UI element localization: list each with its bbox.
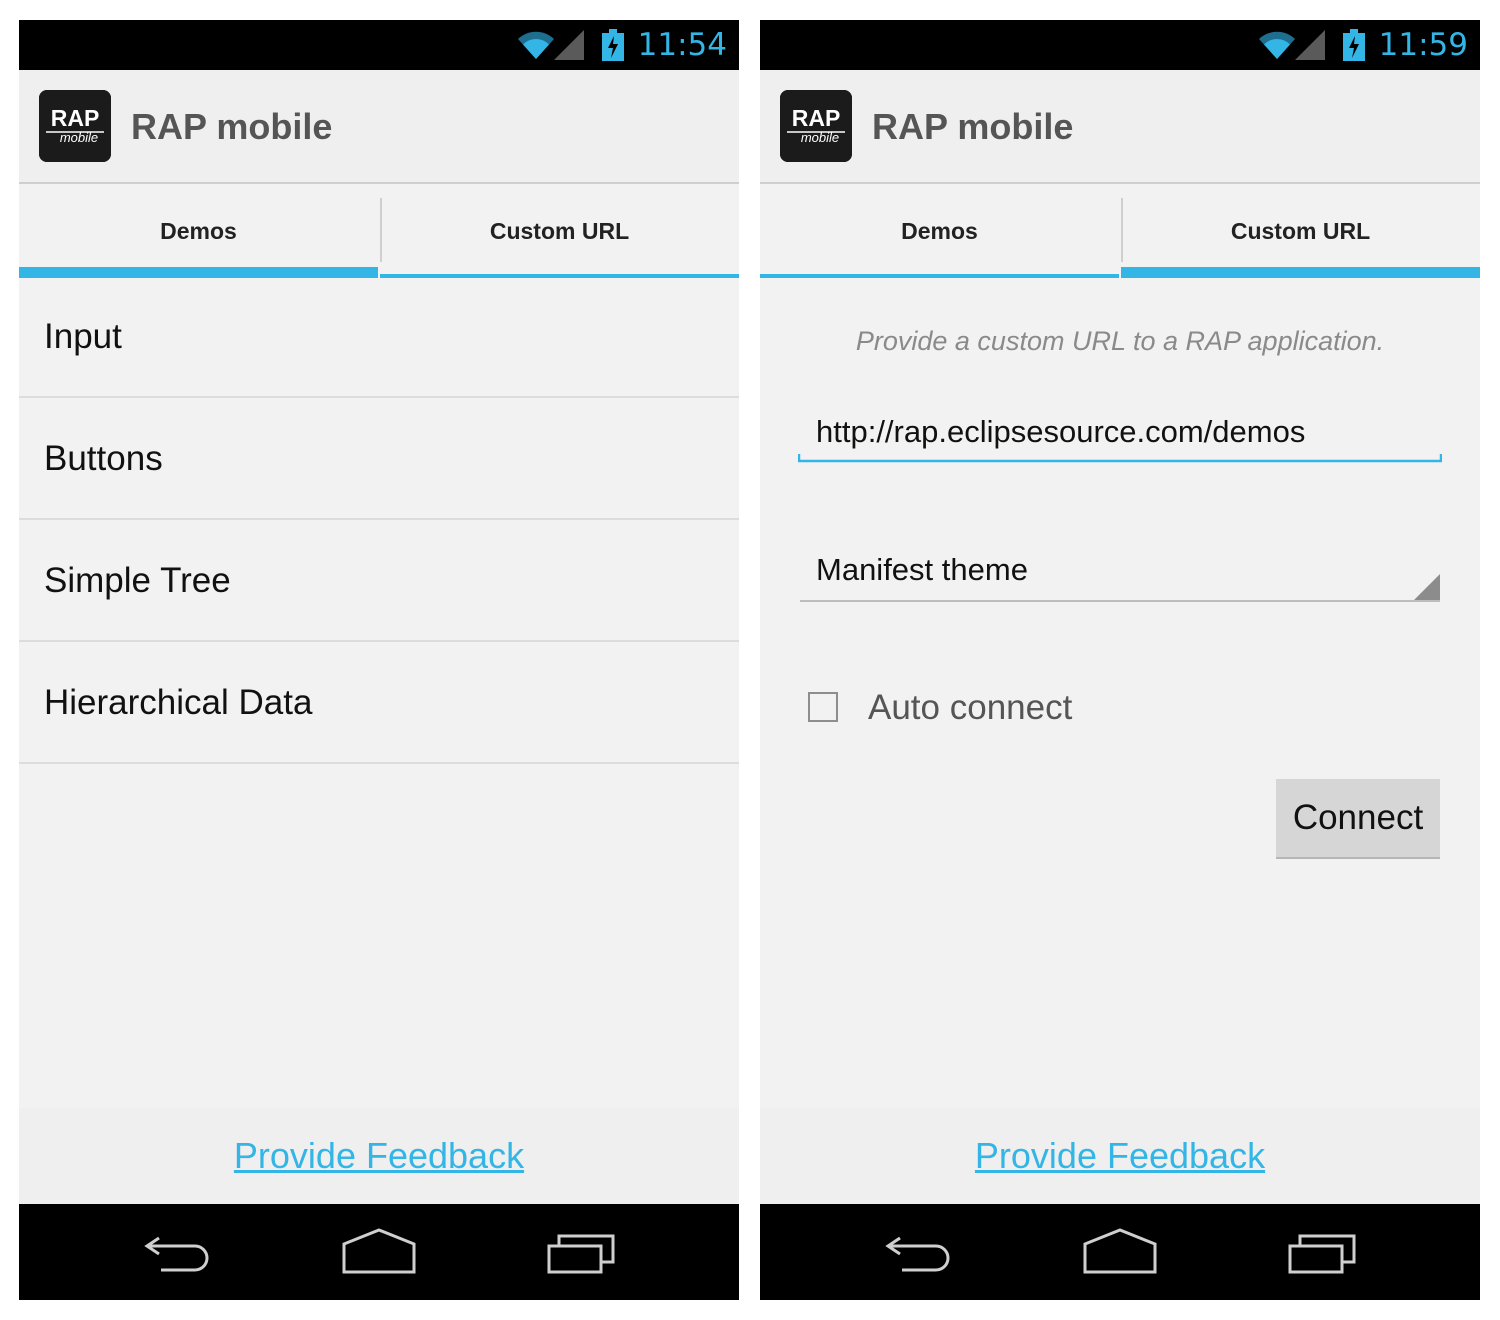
auto-connect-checkbox[interactable] bbox=[808, 692, 838, 722]
battery-charging-icon bbox=[1342, 29, 1365, 61]
svg-text:RAP: RAP bbox=[51, 105, 100, 131]
tab-bar: Demos Custom URL bbox=[19, 184, 739, 278]
app-title: RAP mobile bbox=[131, 106, 333, 147]
battery-charging-icon bbox=[601, 29, 624, 61]
app-title: RAP mobile bbox=[872, 106, 1074, 147]
status-clock: 11:54 bbox=[637, 27, 727, 63]
status-clock: 11:59 bbox=[1378, 27, 1468, 63]
provide-feedback-link[interactable]: Provide Feedback bbox=[234, 1135, 524, 1177]
rap-mobile-logo-icon[interactable]: RAP mobile bbox=[39, 90, 111, 162]
theme-dropdown[interactable]: Manifest theme bbox=[800, 540, 1440, 602]
feedback-bar: Provide Feedback bbox=[760, 1108, 1480, 1204]
recent-apps-icon[interactable] bbox=[1286, 1228, 1358, 1276]
connect-button[interactable]: Connect bbox=[1276, 779, 1440, 859]
list-item-buttons[interactable]: Buttons bbox=[19, 400, 739, 520]
nav-bar bbox=[19, 1204, 739, 1300]
tab-indicator-active bbox=[19, 267, 378, 278]
signal-icon bbox=[553, 30, 584, 60]
svg-text:mobile: mobile bbox=[60, 130, 98, 145]
tab-demos[interactable]: Demos bbox=[760, 184, 1119, 278]
provide-feedback-link[interactable]: Provide Feedback bbox=[975, 1135, 1265, 1177]
url-input[interactable]: http://rap.eclipsesource.com/demos bbox=[798, 400, 1442, 464]
status-bar: 11:54 bbox=[19, 20, 739, 70]
list-item-input[interactable]: Input bbox=[19, 278, 739, 398]
dropdown-triangle-icon bbox=[1414, 574, 1440, 600]
tab-custom-url[interactable]: Custom URL bbox=[380, 184, 739, 278]
back-icon[interactable] bbox=[143, 1228, 215, 1276]
phone-screen-demos: 11:54 RAP mobile RAP mobile Demos Custom… bbox=[19, 20, 739, 1300]
action-bar: RAP mobile RAP mobile bbox=[760, 70, 1480, 184]
phone-screen-custom-url: 11:59 RAP mobile RAP mobile Demos Custom… bbox=[760, 20, 1480, 1300]
list-item-hierarchical-data[interactable]: Hierarchical Data bbox=[19, 644, 739, 764]
action-bar: RAP mobile RAP mobile bbox=[19, 70, 739, 184]
back-icon[interactable] bbox=[884, 1228, 956, 1276]
status-bar: 11:59 bbox=[760, 20, 1480, 70]
wifi-icon bbox=[1258, 31, 1295, 59]
auto-connect-label[interactable]: Auto connect bbox=[868, 688, 1072, 728]
tab-indicator bbox=[760, 274, 1119, 278]
wifi-icon bbox=[517, 31, 554, 59]
tab-custom-url[interactable]: Custom URL bbox=[1121, 184, 1480, 278]
url-input-underline bbox=[798, 454, 1442, 463]
rap-mobile-logo-icon[interactable]: RAP mobile bbox=[780, 90, 852, 162]
feedback-bar: Provide Feedback bbox=[19, 1108, 739, 1204]
home-icon[interactable] bbox=[1082, 1228, 1158, 1276]
custom-url-hint: Provide a custom URL to a RAP applicatio… bbox=[855, 326, 1385, 356]
recent-apps-icon[interactable] bbox=[545, 1228, 617, 1276]
theme-dropdown-value: Manifest theme bbox=[816, 552, 1028, 587]
tab-bar: Demos Custom URL bbox=[760, 184, 1480, 278]
home-icon[interactable] bbox=[341, 1228, 417, 1276]
nav-bar bbox=[760, 1204, 1480, 1300]
svg-text:mobile: mobile bbox=[801, 130, 839, 145]
tab-indicator-active bbox=[1121, 267, 1480, 278]
url-input-value[interactable]: http://rap.eclipsesource.com/demos bbox=[816, 414, 1305, 450]
svg-text:RAP: RAP bbox=[792, 105, 841, 131]
list-item-simple-tree[interactable]: Simple Tree bbox=[19, 522, 739, 642]
signal-icon bbox=[1294, 30, 1325, 60]
tab-demos[interactable]: Demos bbox=[19, 184, 378, 278]
